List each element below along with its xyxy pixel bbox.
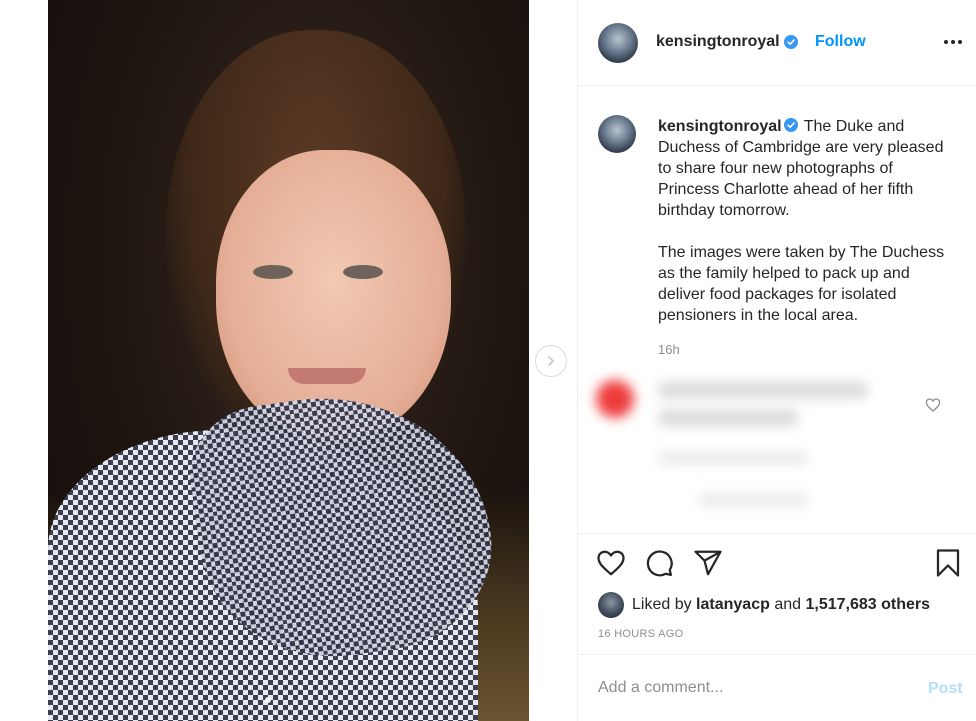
liked-count[interactable]: 1,517,683 others — [805, 596, 930, 614]
liker-avatar[interactable] — [598, 592, 624, 618]
actions-bar: Liked by latanyacp and 1,517,683 others … — [578, 533, 976, 655]
caption-avatar[interactable] — [598, 115, 636, 153]
caption-text-2: The images were taken by The Duchess as … — [658, 244, 945, 324]
blurred-line — [658, 382, 868, 398]
photo-eye-left — [253, 265, 293, 279]
photo-mouth — [288, 368, 366, 384]
heart-icon[interactable] — [925, 397, 941, 413]
liked-by-and: and — [774, 596, 802, 613]
post-timestamp[interactable]: 16 HOURS AGO — [598, 628, 684, 640]
avatar[interactable] — [598, 23, 638, 63]
photo-eye-right — [343, 265, 383, 279]
post-panel: kensingtonroyal Follow kensingtonroyal T… — [577, 0, 976, 721]
blurred-line — [658, 410, 798, 426]
liked-by-user[interactable]: latanyacp — [696, 596, 770, 614]
add-comment-bar: Post — [578, 656, 976, 721]
bookmark-icon[interactable] — [933, 548, 963, 578]
post-photo[interactable] — [48, 0, 529, 721]
caption-time: 16h — [658, 342, 680, 357]
blurred-line — [658, 452, 808, 464]
header-username[interactable]: kensingtonroyal — [656, 33, 780, 51]
comment-input[interactable] — [598, 676, 898, 700]
liked-by-prefix: Liked by — [632, 596, 692, 613]
next-photo-button[interactable] — [535, 345, 567, 377]
likes-row[interactable]: Liked by latanyacp and 1,517,683 others — [598, 592, 930, 618]
verified-badge-icon — [783, 118, 798, 132]
post-header: kensingtonroyal Follow — [578, 0, 976, 86]
photo-area — [0, 0, 577, 721]
post-button[interactable]: Post — [928, 680, 963, 698]
caption: kensingtonroyal The Duke and Duchess of … — [658, 116, 948, 347]
carousel-dot — [265, 697, 271, 703]
more-options-icon[interactable] — [940, 30, 966, 54]
comments-section[interactable]: kensingtonroyal The Duke and Duchess of … — [578, 87, 976, 533]
blurred-comment — [588, 372, 918, 532]
chevron-right-icon — [548, 356, 554, 366]
comment-icon[interactable] — [644, 548, 674, 578]
photo-face — [216, 150, 451, 440]
blurred-line — [698, 494, 808, 506]
blurred-avatar — [596, 380, 634, 418]
verified-badge-icon — [784, 35, 798, 49]
heart-icon[interactable] — [596, 548, 626, 578]
share-icon[interactable] — [693, 548, 723, 578]
follow-button[interactable]: Follow — [815, 33, 866, 51]
caption-username[interactable]: kensingtonroyal — [658, 118, 782, 135]
